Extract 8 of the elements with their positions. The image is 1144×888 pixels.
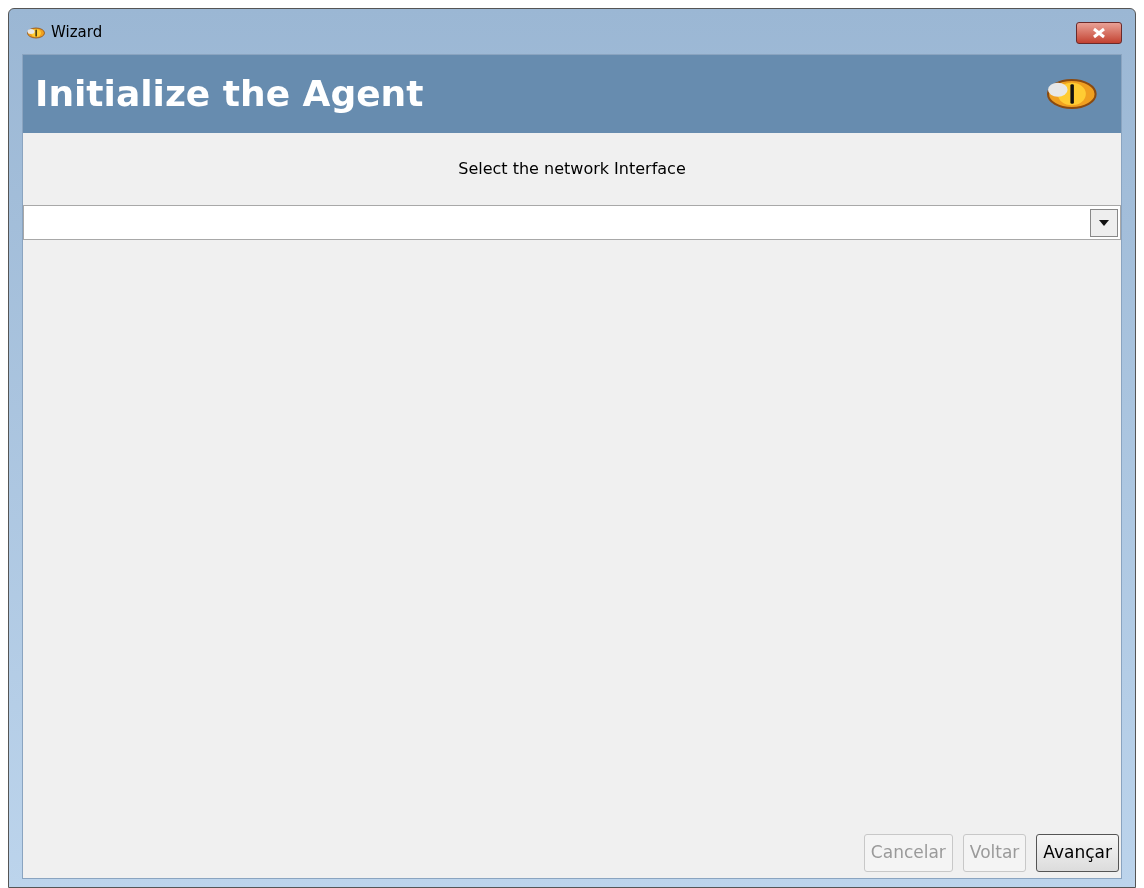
header-title: Initialize the Agent [35, 72, 424, 116]
dropdown-caret-icon [1090, 208, 1118, 237]
close-button[interactable] [1076, 21, 1122, 44]
eye-icon [25, 25, 45, 40]
wizard-button[interactable]: Avançar [1036, 834, 1119, 872]
window-title: Wizard [51, 22, 103, 44]
prompt-text: Select the network Interface [458, 158, 686, 180]
close-icon [1091, 26, 1107, 39]
